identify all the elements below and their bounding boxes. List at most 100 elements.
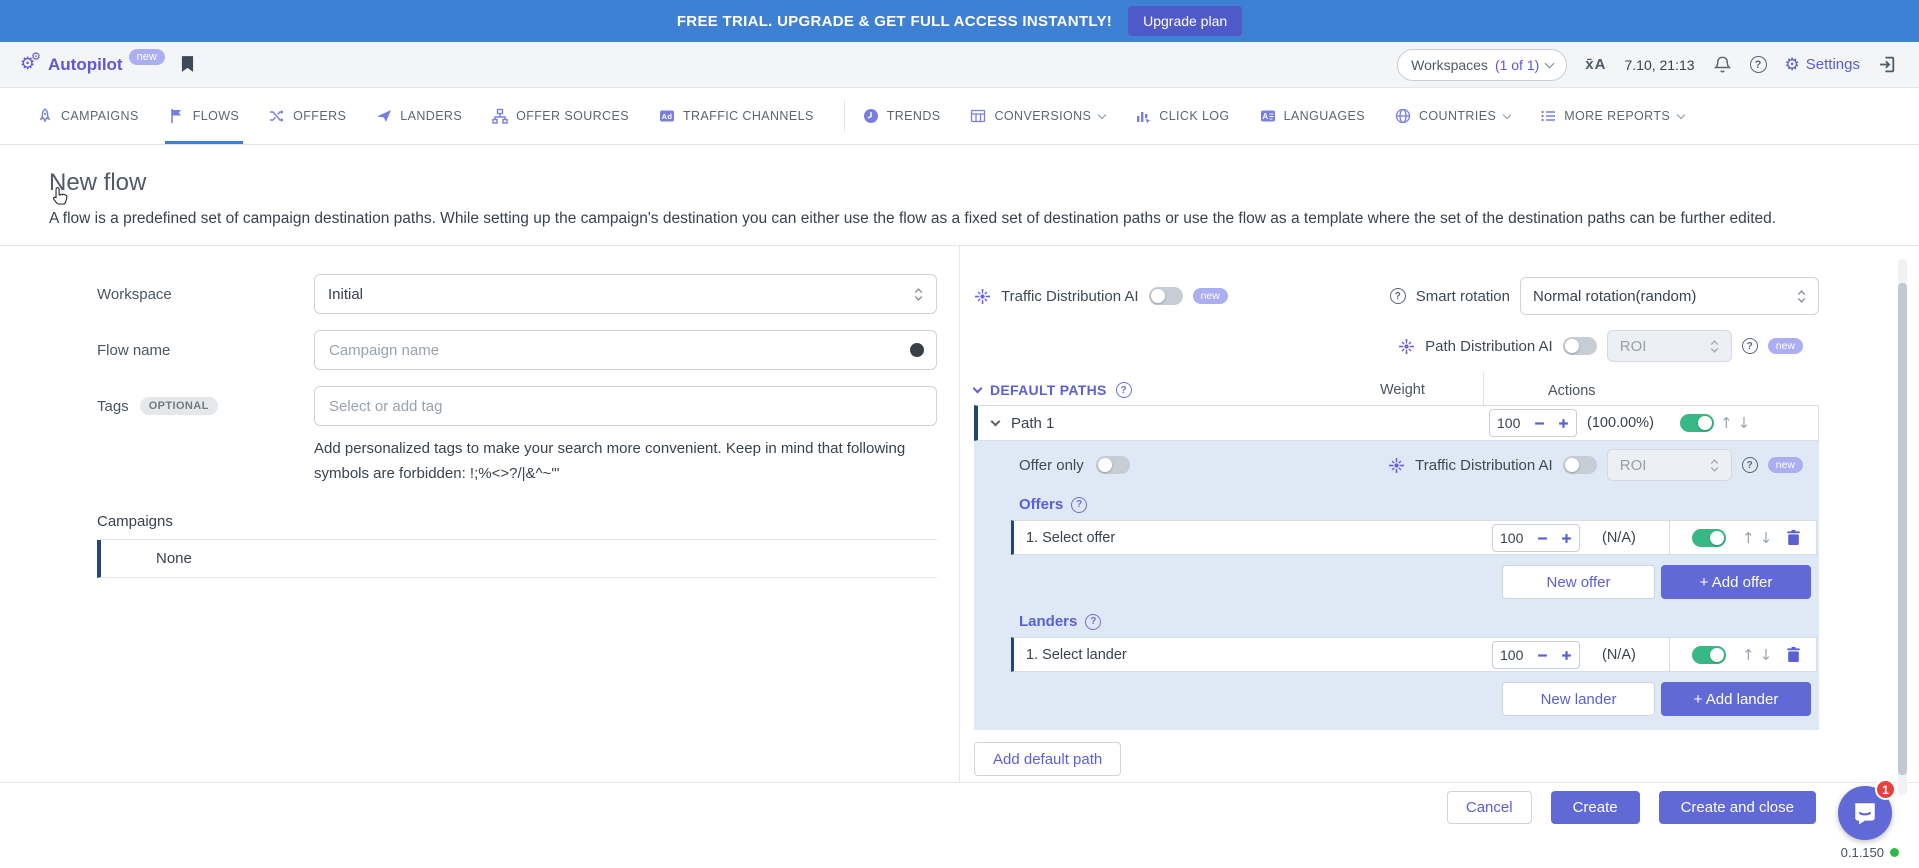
offer-share-value: (N/A) [1602, 530, 1636, 546]
tab-traffic-channels[interactable]: Ad TRAFFIC CHANNELS [659, 88, 814, 144]
path-distribution-metric-select[interactable]: ROI [1607, 330, 1732, 362]
default-paths-header[interactable]: DEFAULT PATHS ? [974, 382, 1132, 398]
optional-badge: OPTIONAL [140, 397, 218, 415]
ai-brain-icon [1398, 338, 1415, 355]
offer-only-toggle[interactable] [1096, 456, 1130, 474]
workspaces-count: (1 of 1) [1495, 57, 1539, 73]
lander-enabled-toggle[interactable] [1692, 646, 1726, 664]
chevron-down-icon [1545, 58, 1555, 68]
decrease-weight-icon[interactable] [1537, 533, 1548, 544]
tdai-help-icon[interactable]: ? [1742, 457, 1758, 473]
tab-trends[interactable]: TRENDS [863, 88, 941, 144]
tab-campaigns[interactable]: CAMPAIGNS [37, 88, 139, 144]
trends-clock-icon [863, 108, 879, 124]
create-and-close-button[interactable]: Create and close [1659, 791, 1816, 824]
path-row[interactable]: Path 1 100 (100.00%) ↑ ↓ [974, 405, 1819, 441]
decrease-weight-icon[interactable] [1537, 650, 1548, 661]
tags-input[interactable] [314, 386, 937, 426]
offer-enabled-toggle[interactable] [1692, 529, 1726, 547]
new-lander-button[interactable]: New lander [1502, 682, 1655, 716]
default-paths-help-icon[interactable]: ? [1116, 382, 1132, 398]
offers-help-icon[interactable]: ? [1071, 497, 1087, 513]
flow-color-dot[interactable] [910, 343, 924, 357]
bookmark-icon[interactable] [181, 56, 194, 73]
countries-globe-icon [1395, 108, 1411, 124]
tab-landers[interactable]: LANDERS [376, 88, 462, 144]
delete-offer-trash-icon[interactable] [1786, 529, 1801, 546]
tab-flows[interactable]: FLOWS [169, 88, 239, 144]
nav-divider [844, 100, 845, 132]
help-icon[interactable]: ? [1750, 56, 1767, 73]
translate-icon[interactable]: x̄A [1585, 56, 1606, 73]
path-tdai-metric-select[interactable]: ROI [1607, 449, 1732, 481]
path-distribution-ai-label: Path Distribution AI [1425, 338, 1553, 355]
landers-help-icon[interactable]: ? [1085, 614, 1101, 630]
logout-icon[interactable] [1878, 55, 1897, 74]
decrease-weight-icon[interactable] [1534, 418, 1545, 429]
path-distribution-help-icon[interactable]: ? [1742, 338, 1758, 354]
workspace-select[interactable]: Initial [314, 274, 937, 314]
scrollbar-thumb[interactable] [1898, 283, 1907, 775]
path-enabled-toggle[interactable] [1680, 414, 1714, 432]
move-up-icon[interactable]: ↑ [1742, 529, 1755, 547]
offer-row[interactable]: 1. Select offer 100 (N/A) ↑ ↓ [1011, 520, 1817, 555]
tab-conversions[interactable]: CONVERSIONS [970, 88, 1105, 144]
increase-weight-icon[interactable] [1561, 650, 1572, 661]
gear-icon: ⚙ [1785, 55, 1800, 75]
tags-hint: Add personalized tags to make your searc… [314, 436, 936, 486]
path-details-section: Offer only Traffic Distribution AI ROI ?… [974, 441, 1819, 730]
tab-more-reports[interactable]: MORE REPORTS [1540, 88, 1684, 144]
tab-offer-sources[interactable]: OFFER SOURCES [492, 88, 629, 144]
offers-shuffle-icon [269, 108, 285, 124]
move-up-icon[interactable]: ↑ [1720, 414, 1733, 432]
increase-weight-icon[interactable] [1558, 418, 1569, 429]
cancel-button[interactable]: Cancel [1447, 791, 1532, 824]
move-down-icon[interactable]: ↓ [1760, 529, 1773, 547]
smart-rotation-help-icon[interactable]: ? [1390, 288, 1406, 304]
increase-weight-icon[interactable] [1561, 533, 1572, 544]
new-offer-button[interactable]: New offer [1502, 565, 1655, 599]
version-indicator: 0.1.150 [1841, 845, 1899, 860]
move-up-icon[interactable]: ↑ [1742, 646, 1755, 664]
notifications-bell-icon[interactable] [1713, 55, 1732, 74]
add-default-path-button[interactable]: Add default path [974, 742, 1121, 776]
workspace-label: Workspace [97, 286, 314, 303]
workspaces-label: Workspaces [1411, 57, 1488, 73]
lander-weight-stepper: 100 [1492, 641, 1580, 669]
move-down-icon[interactable]: ↓ [1760, 646, 1773, 664]
lander-weight-value[interactable]: 100 [1500, 647, 1523, 663]
datetime-label: 7.10, 21:13 [1624, 57, 1694, 73]
select-chevrons-icon [1710, 459, 1719, 472]
conversions-table-icon [970, 108, 986, 124]
workspace-value: Initial [328, 286, 363, 303]
row-divider [1669, 638, 1670, 671]
content-panels: Workspace Initial Flow name Tags OPTIONA… [0, 245, 1919, 782]
chevron-down-icon [1503, 111, 1511, 119]
add-lander-button[interactable]: + Add lander [1661, 682, 1811, 716]
path-weight-value[interactable]: 100 [1497, 415, 1520, 431]
flow-name-input[interactable] [314, 330, 937, 370]
upgrade-plan-button[interactable]: Upgrade plan [1128, 6, 1242, 36]
path-traffic-distribution-ai-toggle[interactable] [1563, 456, 1597, 474]
tab-offers[interactable]: OFFERS [269, 88, 346, 144]
offer-select-label: 1. Select offer [1026, 530, 1115, 546]
path-distribution-ai-toggle[interactable] [1563, 337, 1597, 355]
delete-lander-trash-icon[interactable] [1786, 646, 1801, 663]
smart-rotation-select[interactable]: Normal rotation(random) [1520, 277, 1819, 315]
tab-languages[interactable]: A LANGUAGES [1260, 88, 1365, 144]
move-down-icon[interactable]: ↓ [1738, 414, 1751, 432]
create-button[interactable]: Create [1551, 791, 1640, 824]
settings-link[interactable]: ⚙ Settings [1785, 55, 1860, 75]
workspaces-dropdown[interactable]: Workspaces (1 of 1) [1397, 49, 1567, 81]
smart-rotation-label: Smart rotation [1416, 288, 1510, 305]
path-weight-percent: (100.00%) [1587, 415, 1654, 431]
tab-countries[interactable]: COUNTRIES [1395, 88, 1510, 144]
traffic-distribution-ai-toggle[interactable] [1149, 287, 1183, 305]
offer-weight-value[interactable]: 100 [1500, 530, 1523, 546]
lander-row[interactable]: 1. Select lander 100 (N/A) ↑ ↓ [1011, 637, 1817, 672]
brand[interactable]: ⚙ ⚙ Autopilot new [20, 53, 165, 77]
flow-name-label: Flow name [97, 342, 314, 359]
add-offer-button[interactable]: + Add offer [1661, 565, 1811, 599]
path-weight-stepper: 100 [1489, 409, 1577, 437]
tab-click-log[interactable]: CLICK LOG [1135, 88, 1229, 144]
